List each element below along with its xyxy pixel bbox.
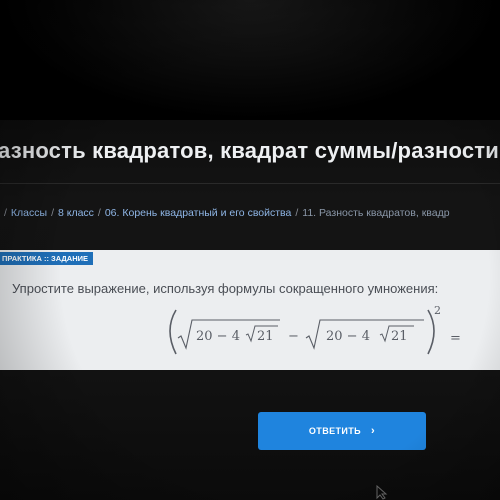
equals-sign: = (450, 331, 461, 346)
dark-top-area (0, 0, 500, 120)
screen: азность квадратов, квадрат суммы/разност… (0, 0, 500, 500)
answer-button-label: ОТВЕТИТЬ (308, 426, 362, 436)
breadcrumb-separator: / (295, 207, 299, 219)
breadcrumb: / Классы/8 класс/06. Корень квадратный и … (0, 207, 500, 219)
task-badge: ПРАКТИКА :: ЗАДАНИЕ (0, 252, 94, 265)
breadcrumb-item-current: 11. Разность квадратов, квадр (302, 207, 450, 219)
breadcrumb-separator: / (51, 207, 54, 219)
breadcrumb-separator: / (97, 207, 101, 219)
term2-inner: 21 (391, 329, 408, 344)
answer-button[interactable]: ОТВЕТИТЬ › (258, 412, 426, 450)
breadcrumb-item-classes[interactable]: Классы (11, 207, 47, 219)
breadcrumb-separator: / (4, 207, 7, 219)
page-title: азность квадратов, квадрат суммы/разност… (0, 138, 500, 163)
term1-inner: 21 (257, 329, 274, 344)
minus-sign: − (288, 329, 299, 344)
term1-outer: 20 − 4 (196, 329, 240, 344)
term2-outer: 20 − 4 (326, 329, 370, 344)
breadcrumb-item-grade[interactable]: 8 класс (58, 207, 94, 219)
left-parenthesis (169, 309, 177, 355)
chevron-right-icon: › (371, 425, 376, 437)
breadcrumb-item-chapter[interactable]: 06. Корень квадратный и его свойства (105, 207, 292, 219)
divider (0, 183, 500, 184)
math-formula: 20 − 4 21 − 20 − 4 21 2 = (162, 300, 482, 360)
task-instruction: Упростите выражение, используя формулы с… (12, 281, 439, 296)
mouse-cursor-icon (376, 485, 388, 500)
exponent: 2 (434, 304, 441, 317)
